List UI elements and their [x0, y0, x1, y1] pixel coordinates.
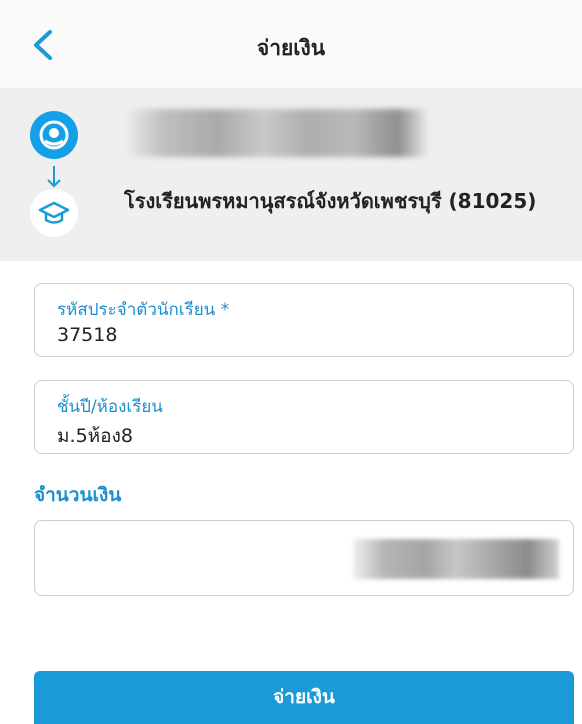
bank-logo-icon	[30, 111, 78, 159]
school-name: โรงเรียนพรหมานุสรณ์จังหวัดเพชรบุรี (8102…	[124, 189, 537, 213]
class-room-label: ชั้นปี/ห้องเรียน	[57, 397, 163, 417]
page-title: จ่ายเงิน	[256, 36, 326, 60]
class-room-field[interactable]: ชั้นปี/ห้องเรียน ม.5ห้อง8	[34, 380, 574, 454]
arrow-down-icon	[44, 164, 64, 190]
class-room-value[interactable]: ม.5ห้อง8	[57, 421, 133, 451]
redacted-amount	[353, 539, 559, 579]
student-id-label: รหัสประจำตัวนักเรียน *	[57, 300, 230, 320]
amount-label: จำนวนเงิน	[34, 484, 122, 506]
app-header: จ่ายเงิน	[0, 0, 582, 89]
account-panel: โรงเรียนพรหมานุสรณ์จังหวัดเพชรบุรี (8102…	[0, 89, 582, 261]
student-id-value[interactable]: 37518	[57, 324, 117, 346]
student-id-field[interactable]: รหัสประจำตัวนักเรียน * 37518	[34, 283, 574, 357]
amount-field[interactable]	[34, 520, 574, 596]
pay-button[interactable]: จ่ายเงิน	[34, 671, 574, 724]
graduation-cap-icon	[30, 189, 78, 237]
redacted-account-info	[128, 109, 428, 157]
